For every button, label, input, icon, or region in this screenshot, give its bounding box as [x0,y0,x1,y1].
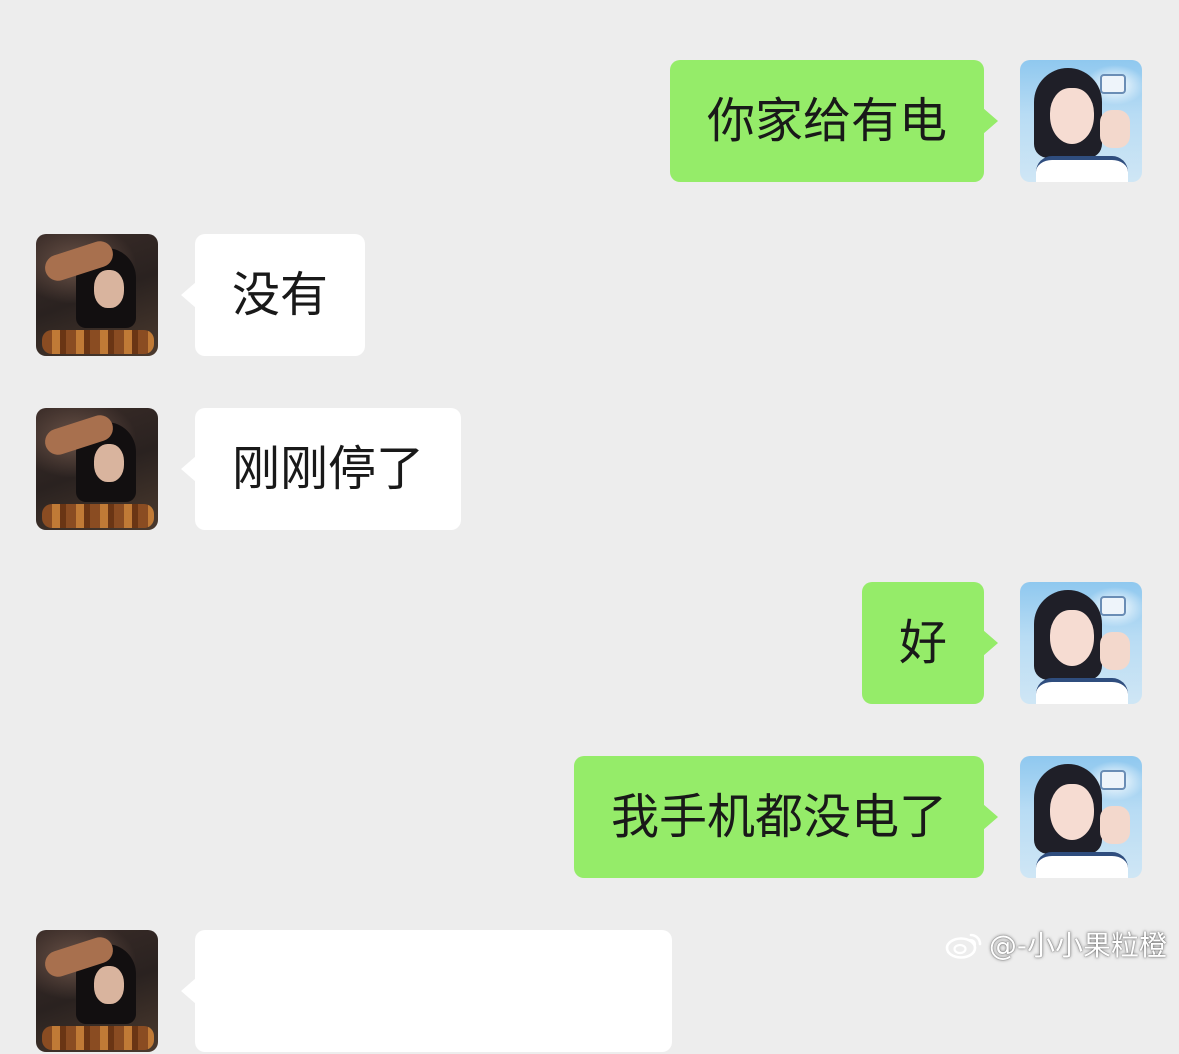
message-row-received: 没有 [0,234,1179,358]
watermark-text: @-小小果粒橙 [988,929,1167,962]
user-avatar-icon[interactable] [1020,756,1142,878]
message-text: 刚刚停了 [232,441,425,497]
weibo-watermark: @-小小果粒橙 [945,924,1167,964]
message-row-sent: 好 [0,582,1179,706]
message-bubble-sent[interactable]: 你家给有电 [669,60,998,182]
contact-avatar-icon[interactable] [36,408,158,530]
message-bubble-sent[interactable]: 我手机都没电了 [573,756,998,878]
message-row-sent: 我手机都没电了 [0,756,1179,880]
message-text: 好 [898,615,947,671]
message-bubble-received[interactable]: 没有 [181,234,366,356]
bubble-tail [181,282,196,308]
message-bubble-received[interactable]: 刚刚停了 [181,408,462,530]
bubble-tail [983,804,998,830]
message-text: 我手机都没电了 [610,789,947,845]
bubble-tail [983,630,998,656]
bubble-tail [983,108,998,134]
message-text: 你家给有电 [706,93,947,149]
contact-avatar-icon[interactable] [36,234,158,356]
message-row-sent: 你家给有电 [0,60,1179,184]
user-avatar-icon[interactable] [1020,582,1142,704]
chat-message-list[interactable]: 你家给有电 没有 刚刚停了 好 我手机都没电了 [0,0,1179,1052]
weibo-icon [945,933,982,959]
user-avatar-icon[interactable] [1020,60,1142,182]
message-text: 没有 [232,267,329,323]
bubble-tail [181,456,196,482]
message-bubble-received[interactable] [181,930,672,1052]
message-row-received: 刚刚停了 [0,408,1179,532]
bubble-tail [181,978,196,1004]
message-bubble-sent[interactable]: 好 [861,582,998,704]
contact-avatar-icon[interactable] [36,930,158,1052]
